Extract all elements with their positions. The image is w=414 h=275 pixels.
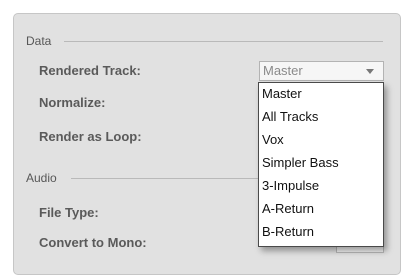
dropdown-option-all-tracks[interactable]: All Tracks (262, 109, 318, 125)
audio-section-heading: Audio (26, 171, 57, 185)
chevron-down-icon (366, 69, 374, 74)
data-section-divider (64, 41, 383, 42)
normalize-label: Normalize: (39, 95, 106, 110)
dropdown-option-a-return[interactable]: A-Return (262, 201, 314, 217)
dropdown-option-b-return[interactable]: B-Return (262, 224, 314, 240)
render-as-loop-label: Render as Loop: (39, 129, 142, 144)
dropdown-option-simpler-bass[interactable]: Simpler Bass (262, 155, 339, 171)
dropdown-option-vox[interactable]: Vox (262, 132, 284, 148)
dropdown-option-master[interactable]: Master (262, 86, 302, 102)
dropdown-option-3-impulse[interactable]: 3-Impulse (262, 178, 319, 194)
convert-to-mono-label: Convert to Mono: (39, 235, 147, 250)
rendered-track-label: Rendered Track: (39, 63, 141, 78)
rendered-track-dropdown-menu: Master All Tracks Vox Simpler Bass 3-Imp… (258, 82, 384, 247)
file-type-label: File Type: (39, 205, 99, 220)
rendered-track-select[interactable]: Master (259, 61, 384, 81)
data-section-heading: Data (26, 34, 52, 48)
rendered-track-select-value: Master (263, 63, 303, 78)
